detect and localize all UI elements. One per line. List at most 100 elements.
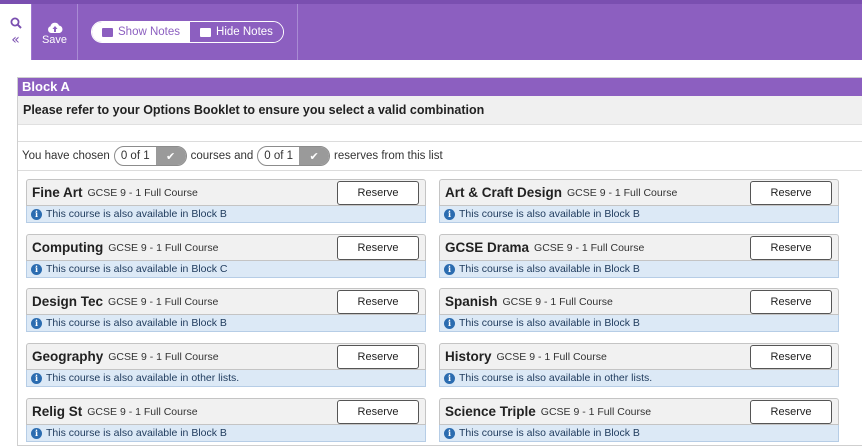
course-note-text: This course is also available in Block B bbox=[46, 317, 227, 329]
selection-summary: You have chosen 0 of 1 ✔ courses and 0 o… bbox=[18, 141, 862, 171]
course-type: GCSE 9 - 1 Full Course bbox=[87, 405, 198, 418]
course-name: History bbox=[445, 349, 492, 364]
course-note: i This course is also available in Block… bbox=[439, 206, 839, 223]
check-icon: ✔ bbox=[155, 147, 186, 165]
course-note: i This course is also available in Block… bbox=[26, 315, 426, 332]
hide-notes-button[interactable]: Hide Notes bbox=[190, 22, 283, 42]
course-name: Geography bbox=[32, 349, 104, 364]
show-notes-label: Show Notes bbox=[118, 26, 181, 38]
reserves-count: 0 of 1 bbox=[264, 150, 294, 162]
reserves-counter: 0 of 1 ✔ bbox=[257, 146, 331, 166]
course-type: GCSE 9 - 1 Full Course bbox=[540, 405, 652, 418]
info-icon: i bbox=[31, 427, 42, 439]
course-card[interactable]: Spanish GCSE 9 - 1 Full Course Reserve i… bbox=[439, 288, 839, 334]
course-note: i This course is also available in Block… bbox=[439, 425, 839, 442]
show-notes-button[interactable]: Show Notes bbox=[92, 22, 191, 42]
course-note-text: This course is also available in Block B bbox=[459, 263, 640, 275]
side-controls: « bbox=[0, 4, 32, 60]
magnifier-icon[interactable] bbox=[10, 17, 22, 32]
course-name: GCSE Drama bbox=[445, 240, 530, 255]
hide-notes-label: Hide Notes bbox=[216, 26, 273, 38]
reserve-button[interactable]: Reserve bbox=[337, 236, 419, 260]
course-note: i This course is also available in Block… bbox=[439, 261, 839, 278]
reserve-button[interactable]: Reserve bbox=[337, 400, 419, 424]
info-icon: i bbox=[31, 208, 42, 220]
course-name: Art & Craft Design bbox=[445, 185, 563, 200]
info-icon: i bbox=[31, 263, 42, 275]
courses-counter: 0 of 1 ✔ bbox=[113, 146, 187, 166]
toolbar: « Save Show Notes Hide Notes bbox=[0, 0, 862, 60]
reserve-button[interactable]: Reserve bbox=[750, 345, 832, 369]
course-header: Science Triple GCSE 9 - 1 Full Course Re… bbox=[439, 398, 839, 425]
course-header: Design Tec GCSE 9 - 1 Full Course Reserv… bbox=[26, 288, 426, 315]
course-header: Art & Craft Design GCSE 9 - 1 Full Cours… bbox=[439, 179, 839, 206]
course-type: GCSE 9 - 1 Full Course bbox=[108, 295, 219, 308]
course-type: GCSE 9 - 1 Full Course bbox=[108, 241, 219, 254]
course-header: Spanish GCSE 9 - 1 Full Course Reserve bbox=[439, 288, 839, 315]
course-card[interactable]: Geography GCSE 9 - 1 Full Course Reserve… bbox=[26, 343, 426, 389]
course-header: Relig St GCSE 9 - 1 Full Course Reserve bbox=[26, 398, 426, 425]
course-note: i This course is also available in other… bbox=[26, 370, 426, 387]
course-header: GCSE Drama GCSE 9 - 1 Full Course Reserv… bbox=[439, 234, 839, 261]
course-card[interactable]: GCSE Drama GCSE 9 - 1 Full Course Reserv… bbox=[439, 234, 839, 280]
course-type: GCSE 9 - 1 Full Course bbox=[108, 350, 219, 363]
info-icon: i bbox=[31, 317, 42, 329]
block-title: Block A bbox=[18, 78, 862, 96]
save-label: Save bbox=[41, 33, 68, 46]
notes-toggle: Show Notes Hide Notes bbox=[91, 21, 284, 43]
course-type: GCSE 9 - 1 Full Course bbox=[87, 186, 198, 199]
course-name: Design Tec bbox=[32, 294, 104, 309]
course-note-text: This course is also available in other l… bbox=[46, 372, 240, 384]
course-name: Fine Art bbox=[32, 185, 83, 200]
course-note: i This course is also available in other… bbox=[439, 370, 839, 387]
course-note-text: This course is also available in Block B bbox=[459, 208, 640, 220]
course-name: Science Triple bbox=[445, 404, 536, 419]
course-note: i This course is also available in Block… bbox=[26, 206, 426, 223]
info-icon: i bbox=[444, 372, 455, 384]
course-note-text: This course is also available in Block B bbox=[459, 427, 640, 439]
course-note-text: This course is also available in Block B bbox=[46, 427, 227, 439]
course-note-text: This course is also available in Block B bbox=[46, 208, 227, 220]
course-header: Fine Art GCSE 9 - 1 Full Course Reserve bbox=[26, 179, 426, 206]
course-card[interactable]: Art & Craft Design GCSE 9 - 1 Full Cours… bbox=[439, 179, 839, 225]
course-header: Geography GCSE 9 - 1 Full Course Reserve bbox=[26, 343, 426, 370]
course-type: GCSE 9 - 1 Full Course bbox=[502, 295, 613, 308]
check-icon: ✔ bbox=[299, 147, 330, 165]
reserve-button[interactable]: Reserve bbox=[750, 290, 832, 314]
course-note: i This course is also available in Block… bbox=[26, 261, 426, 278]
reserve-button[interactable]: Reserve bbox=[750, 236, 832, 260]
middle-text: courses and bbox=[190, 150, 254, 162]
note-hidden-icon bbox=[200, 27, 212, 37]
info-icon: i bbox=[444, 263, 455, 275]
reserve-button[interactable]: Reserve bbox=[337, 290, 419, 314]
course-type: GCSE 9 - 1 Full Course bbox=[534, 241, 645, 254]
double-chevron-left-icon[interactable]: « bbox=[11, 33, 20, 47]
info-icon: i bbox=[444, 208, 455, 220]
course-card[interactable]: Fine Art GCSE 9 - 1 Full Course Reserve … bbox=[26, 179, 426, 225]
course-name: Spanish bbox=[445, 294, 498, 309]
course-header: Computing GCSE 9 - 1 Full Course Reserve bbox=[26, 234, 426, 261]
course-note-text: This course is also available in Block C bbox=[46, 263, 228, 275]
cloud-upload-icon bbox=[47, 19, 63, 33]
info-icon: i bbox=[444, 317, 455, 329]
course-card[interactable]: Design Tec GCSE 9 - 1 Full Course Reserv… bbox=[26, 288, 426, 334]
save-button[interactable]: Save bbox=[32, 4, 78, 60]
suffix-text: reserves from this list bbox=[334, 150, 443, 162]
course-card[interactable]: Relig St GCSE 9 - 1 Full Course Reserve … bbox=[26, 398, 426, 444]
course-card[interactable]: Computing GCSE 9 - 1 Full Course Reserve… bbox=[26, 234, 426, 280]
reserve-button[interactable]: Reserve bbox=[337, 345, 419, 369]
course-name: Computing bbox=[32, 240, 104, 255]
chosen-prefix: You have chosen bbox=[22, 150, 110, 162]
toolbar-divider bbox=[296, 4, 298, 60]
course-card[interactable]: History GCSE 9 - 1 Full Course Reserve i… bbox=[439, 343, 839, 389]
course-note-text: This course is also available in Block B bbox=[459, 317, 640, 329]
reserve-button[interactable]: Reserve bbox=[750, 400, 832, 424]
course-header: History GCSE 9 - 1 Full Course Reserve bbox=[439, 343, 839, 370]
course-type: GCSE 9 - 1 Full Course bbox=[496, 350, 607, 363]
courses-count: 0 of 1 bbox=[120, 150, 150, 162]
info-icon: i bbox=[31, 372, 42, 384]
reserve-button[interactable]: Reserve bbox=[750, 181, 832, 205]
reserve-button[interactable]: Reserve bbox=[337, 181, 419, 205]
course-note: i This course is also available in Block… bbox=[26, 425, 426, 442]
course-card[interactable]: Science Triple GCSE 9 - 1 Full Course Re… bbox=[439, 398, 839, 444]
